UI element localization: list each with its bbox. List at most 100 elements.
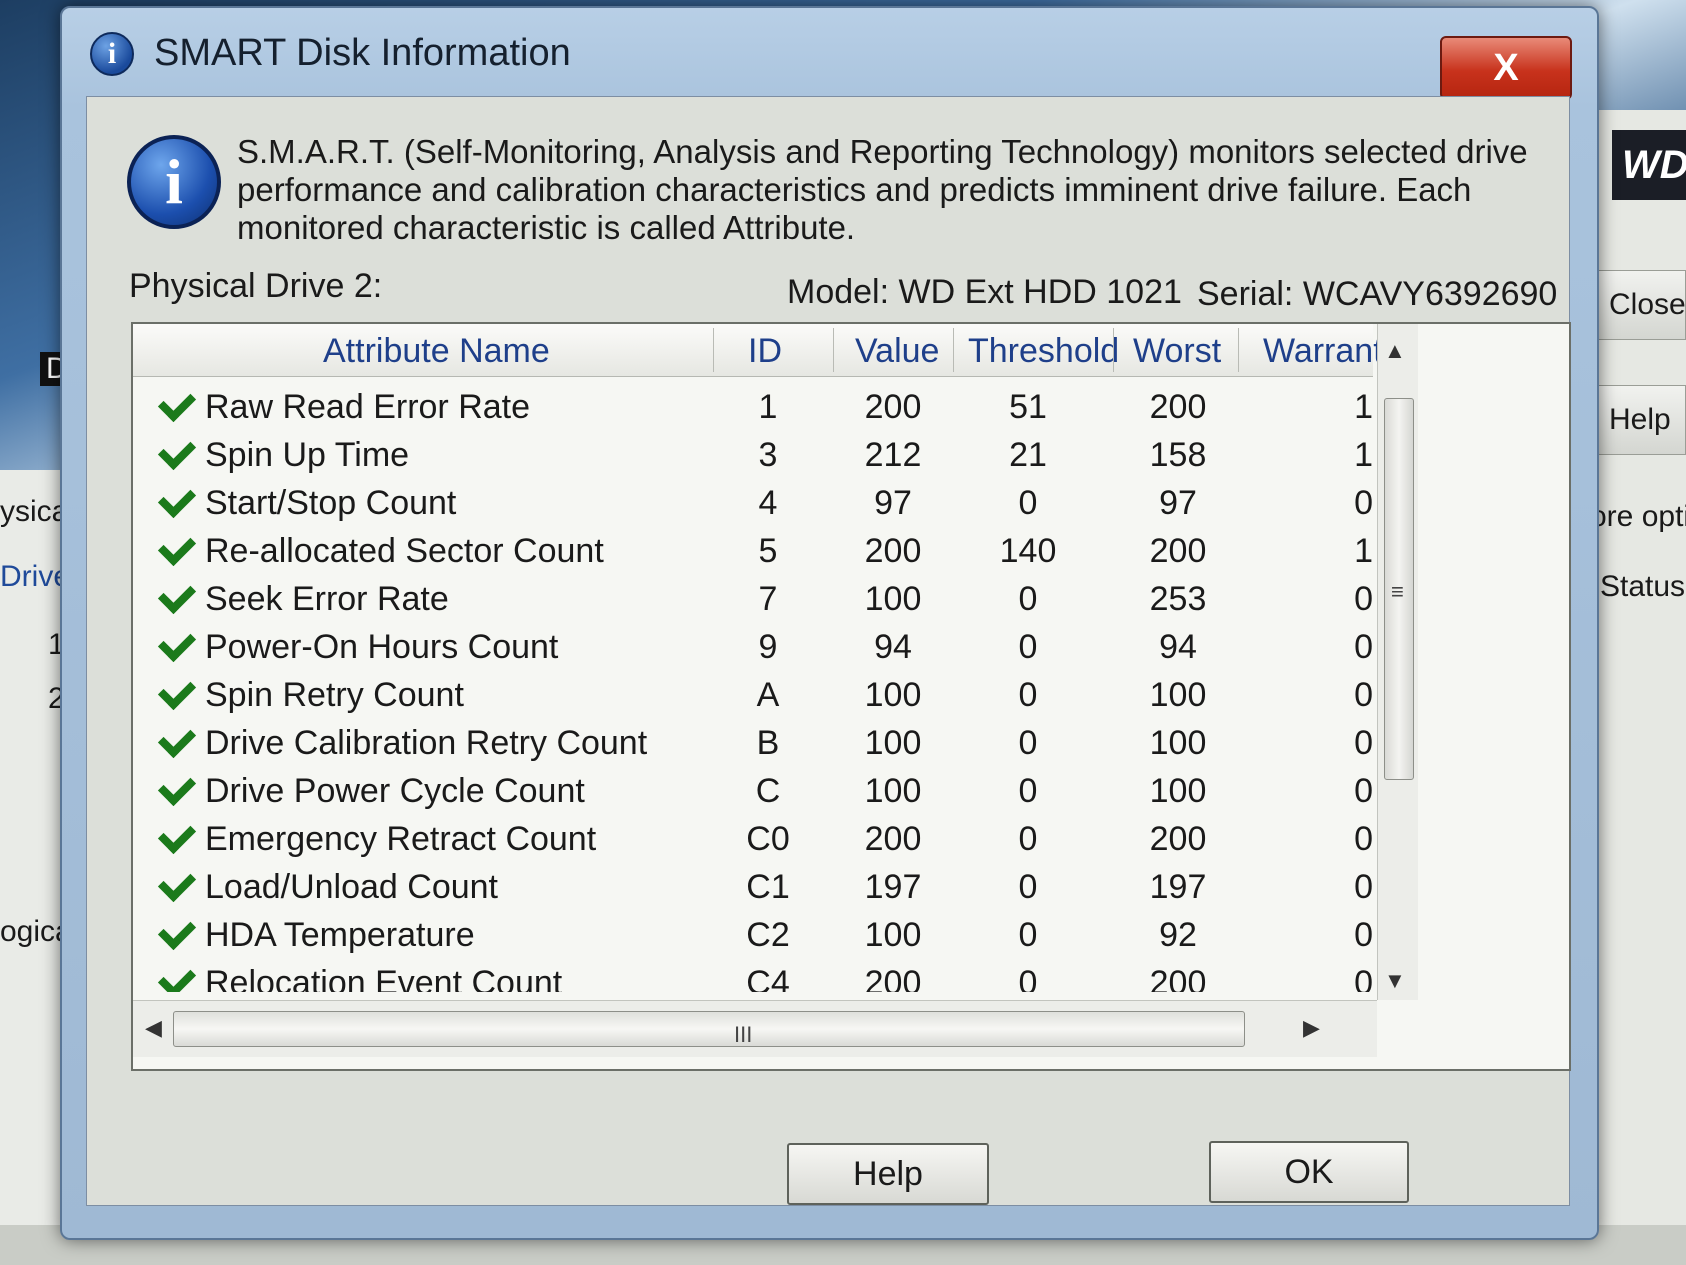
checkmark-icon (157, 959, 197, 992)
attribute-id-cell: 7 (758, 580, 778, 618)
attribute-threshold-cell: 0 (1018, 676, 1038, 714)
attribute-warranty-cell: 0 (1354, 724, 1373, 762)
attribute-id-cell: A (756, 676, 780, 714)
close-button[interactable]: X (1440, 36, 1572, 100)
attribute-worst-cell: 100 (1149, 772, 1207, 810)
attribute-name-cell: Emergency Retract Count (205, 820, 597, 858)
checkmark-icon (157, 671, 197, 711)
background-more-options-link[interactable]: ore option (1590, 500, 1686, 534)
attribute-warranty-cell: 0 (1354, 484, 1373, 522)
attribute-worst-cell: 100 (1149, 724, 1207, 762)
attribute-warranty-cell: 0 (1354, 868, 1373, 906)
list-header: Attribute Name ID Value Threshold Worst … (133, 324, 1383, 377)
vertical-scroll-thumb[interactable]: ≡ (1384, 398, 1414, 780)
grip-icon: ≡ (1391, 579, 1404, 604)
attribute-id-cell: C0 (746, 820, 790, 858)
attribute-warranty-cell: 1 (1354, 436, 1373, 474)
brand-logo: WD (1612, 130, 1686, 200)
scroll-up-icon[interactable]: ▲ (1384, 338, 1406, 364)
attribute-name-cell: Raw Read Error Rate (205, 388, 531, 426)
column-header-worst[interactable]: Worst (1133, 332, 1221, 371)
scroll-right-icon[interactable]: ▶ (1303, 1015, 1320, 1041)
attribute-worst-cell: 94 (1159, 628, 1197, 666)
table-row[interactable]: Seek Error Rate 7 100 0 253 0 (133, 574, 1373, 624)
attribute-warranty-cell: 0 (1354, 772, 1373, 810)
table-row[interactable]: Spin Up Time 3 212 21 158 1 (133, 430, 1373, 480)
attribute-threshold-cell: 51 (1009, 388, 1047, 426)
table-row[interactable]: Emergency Retract Count C0 200 0 200 0 (133, 814, 1373, 864)
attributes-list[interactable]: Attribute Name ID Value Threshold Worst … (131, 322, 1571, 1071)
attribute-id-cell: 5 (758, 532, 778, 570)
table-row[interactable]: Drive Power Cycle Count C 100 0 100 0 (133, 766, 1373, 816)
table-row[interactable]: Re-allocated Sector Count 5 200 140 200 1 (133, 526, 1373, 576)
table-row[interactable]: Start/Stop Count 4 97 0 97 0 (133, 478, 1373, 528)
column-separator[interactable] (1238, 328, 1239, 372)
attribute-rows: Raw Read Error Rate 1 200 51 200 1 Spin Up Tim… (133, 382, 1373, 992)
attribute-id-cell: 1 (758, 388, 778, 426)
attribute-name-cell: Start/Stop Count (205, 484, 457, 522)
scroll-left-icon[interactable]: ◀ (145, 1015, 162, 1041)
table-row[interactable]: Raw Read Error Rate 1 200 51 200 1 (133, 382, 1373, 432)
attribute-worst-cell: 200 (1149, 964, 1207, 992)
attribute-value-cell: 200 (864, 532, 922, 570)
attribute-name-cell: Drive Calibration Retry Count (205, 724, 648, 762)
table-row[interactable]: Drive Calibration Retry Count B 100 0 100 0 (133, 718, 1373, 768)
dialog-client-area: i S.M.A.R.T. (Self-Monitoring, Analysis … (86, 96, 1571, 1206)
attribute-value-cell: 100 (864, 676, 922, 714)
attribute-name-cell: Re-allocated Sector Count (205, 532, 604, 570)
horizontal-scrollbar[interactable]: ◀ III ▶ (133, 1000, 1377, 1057)
attribute-warranty-cell: 1 (1354, 388, 1373, 426)
background-close-button[interactable]: Close (1596, 270, 1686, 340)
table-row[interactable]: Power-On Hours Count 9 94 0 94 0 (133, 622, 1373, 672)
column-separator[interactable] (953, 328, 954, 372)
attribute-warranty-cell: 0 (1354, 820, 1373, 858)
column-header-attribute-name[interactable]: Attribute Name (323, 332, 550, 371)
attribute-value-cell: 100 (864, 916, 922, 954)
info-icon: i (90, 32, 134, 76)
drive-model: Model: WD Ext HDD 1021 (787, 273, 1182, 311)
table-row[interactable]: Spin Retry Count A 100 0 100 0 (133, 670, 1373, 720)
attribute-threshold-cell: 0 (1018, 484, 1038, 522)
attribute-id-cell: C1 (746, 868, 790, 906)
smart-description: S.M.A.R.T. (Self-Monitoring, Analysis an… (237, 133, 1528, 246)
column-separator[interactable] (833, 328, 834, 372)
attribute-threshold-cell: 0 (1018, 772, 1038, 810)
table-row[interactable]: Load/Unload Count C1 197 0 197 0 (133, 862, 1373, 912)
column-header-id[interactable]: ID (748, 332, 782, 371)
attribute-worst-cell: 200 (1149, 532, 1207, 570)
vertical-scrollbar[interactable]: ▲ ≡ ▼ (1377, 324, 1418, 1000)
attribute-value-cell: 212 (864, 436, 922, 474)
attribute-threshold-cell: 0 (1018, 724, 1038, 762)
column-separator[interactable] (713, 328, 714, 372)
ok-button[interactable]: OK (1209, 1141, 1409, 1203)
help-button[interactable]: Help (787, 1143, 989, 1205)
horizontal-scroll-thumb[interactable]: III (173, 1011, 1245, 1047)
drive-serial: Serial: WCAVY6392690 (1197, 275, 1558, 313)
attribute-id-cell: B (756, 724, 780, 762)
background-help-button[interactable]: Help (1596, 385, 1686, 455)
grip-icon: III (734, 1022, 753, 1047)
column-header-value[interactable]: Value (855, 332, 939, 371)
attribute-name-cell: Spin Up Time (205, 436, 410, 474)
attribute-id-cell: C4 (746, 964, 790, 992)
attribute-id-cell: C (755, 772, 781, 810)
attribute-worst-cell: 253 (1149, 580, 1207, 618)
scroll-down-icon[interactable]: ▼ (1384, 968, 1406, 994)
attribute-threshold-cell: 0 (1018, 628, 1038, 666)
checkmark-icon (157, 527, 197, 567)
column-separator[interactable] (1113, 328, 1114, 372)
attribute-warranty-cell: 1 (1354, 532, 1373, 570)
attribute-name-cell: HDA Temperature (205, 916, 475, 954)
checkmark-icon (157, 911, 197, 951)
table-row[interactable]: Relocation Event Count C4 200 0 200 0 (133, 958, 1373, 992)
title-bar[interactable]: i SMART Disk Information X (62, 8, 1597, 100)
attribute-value-cell: 97 (874, 484, 912, 522)
column-header-threshold[interactable]: Threshold (968, 332, 1119, 371)
attribute-threshold-cell: 140 (999, 532, 1057, 570)
attribute-value-cell: 200 (864, 964, 922, 992)
checkmark-icon (157, 719, 197, 759)
column-header-warranty[interactable]: Warrant (1263, 332, 1383, 371)
table-row[interactable]: HDA Temperature C2 100 0 92 0 (133, 910, 1373, 960)
attribute-name-cell: Relocation Event Count (205, 964, 563, 992)
checkmark-icon (157, 815, 197, 855)
